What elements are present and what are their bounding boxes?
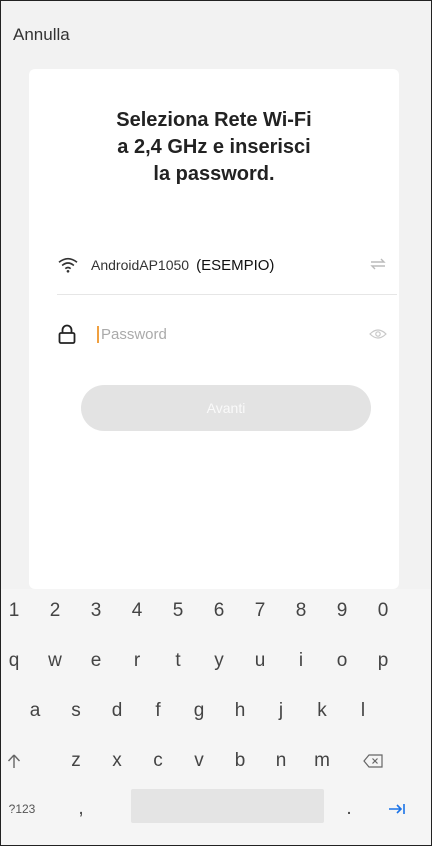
eye-icon[interactable] (369, 328, 387, 340)
key-i[interactable]: i (281, 641, 321, 681)
wifi-icon (58, 257, 78, 273)
key-period[interactable]: . (329, 789, 369, 829)
key-5[interactable]: 5 (158, 591, 198, 631)
key-3[interactable]: 3 (76, 591, 116, 631)
wifi-setup-card: Seleziona Rete Wi-Fi a 2,4 GHz e inseris… (29, 69, 399, 589)
key-4[interactable]: 4 (117, 591, 157, 631)
lock-icon (58, 324, 76, 344)
key-h[interactable]: h (220, 691, 260, 731)
key-f[interactable]: f (138, 691, 178, 731)
password-row (57, 314, 397, 354)
key-e[interactable]: e (76, 641, 116, 681)
divider (57, 294, 397, 295)
key-u[interactable]: u (240, 641, 280, 681)
key-q[interactable]: q (1, 641, 34, 681)
key-p[interactable]: p (363, 641, 403, 681)
key-d[interactable]: d (97, 691, 137, 731)
page-title: Seleziona Rete Wi-Fi a 2,4 GHz e inseris… (29, 107, 399, 188)
cancel-button[interactable]: Annulla (13, 25, 70, 45)
key-w[interactable]: w (35, 641, 75, 681)
space-bar[interactable] (131, 789, 324, 823)
key-z[interactable]: z (56, 741, 96, 781)
app-frame: Annulla Seleziona Rete Wi-Fi a 2,4 GHz e… (0, 0, 432, 846)
key-1[interactable]: 1 (1, 591, 34, 631)
password-input[interactable] (97, 325, 301, 343)
key-0[interactable]: 0 (363, 591, 403, 631)
bottom-row: ?123 , . (1, 789, 431, 829)
key-2[interactable]: 2 (35, 591, 75, 631)
shift-icon[interactable] (1, 741, 34, 781)
key-k[interactable]: k (302, 691, 342, 731)
title-line-3: la password. (153, 163, 275, 185)
key-a[interactable]: a (15, 691, 55, 731)
key-v[interactable]: v (179, 741, 219, 781)
key-7[interactable]: 7 (240, 591, 280, 631)
title-line-1: Seleziona Rete Wi-Fi (116, 109, 312, 131)
key-n[interactable]: n (261, 741, 301, 781)
title-line-2: a 2,4 GHz e inserisci (117, 136, 311, 158)
key-8[interactable]: 8 (281, 591, 321, 631)
key-c[interactable]: c (138, 741, 178, 781)
key-y[interactable]: y (199, 641, 239, 681)
letter-row-3: z x c v b n m (1, 741, 431, 781)
key-l[interactable]: l (343, 691, 383, 731)
key-t[interactable]: t (158, 641, 198, 681)
key-6[interactable]: 6 (199, 591, 239, 631)
ssid-name: AndroidAP1050 (91, 257, 190, 273)
swap-icon[interactable] (369, 257, 387, 271)
key-o[interactable]: o (322, 641, 362, 681)
ssid-row[interactable]: AndroidAP1050 (ESEMPIO) (57, 245, 397, 285)
key-b[interactable]: b (220, 741, 260, 781)
backspace-icon[interactable] (353, 741, 393, 781)
tab-next-icon[interactable] (377, 789, 417, 829)
key-j[interactable]: j (261, 691, 301, 731)
next-button[interactable]: Avanti (81, 385, 371, 431)
letter-row-1: q w e r t y u i o p (1, 641, 431, 681)
key-s[interactable]: s (56, 691, 96, 731)
symbols-key[interactable]: ?123 (1, 789, 47, 829)
ssid-example-label: (ESEMPIO) (196, 256, 275, 274)
key-comma[interactable]: , (61, 789, 101, 829)
keyboard: 1 2 3 4 5 6 7 8 9 0 q w e r t y u i o p … (1, 589, 431, 845)
key-g[interactable]: g (179, 691, 219, 731)
key-m[interactable]: m (302, 741, 342, 781)
key-9[interactable]: 9 (322, 591, 362, 631)
key-r[interactable]: r (117, 641, 157, 681)
key-x[interactable]: x (97, 741, 137, 781)
letter-row-2: a s d f g h j k l (1, 691, 431, 731)
number-row: 1 2 3 4 5 6 7 8 9 0 (1, 591, 431, 631)
